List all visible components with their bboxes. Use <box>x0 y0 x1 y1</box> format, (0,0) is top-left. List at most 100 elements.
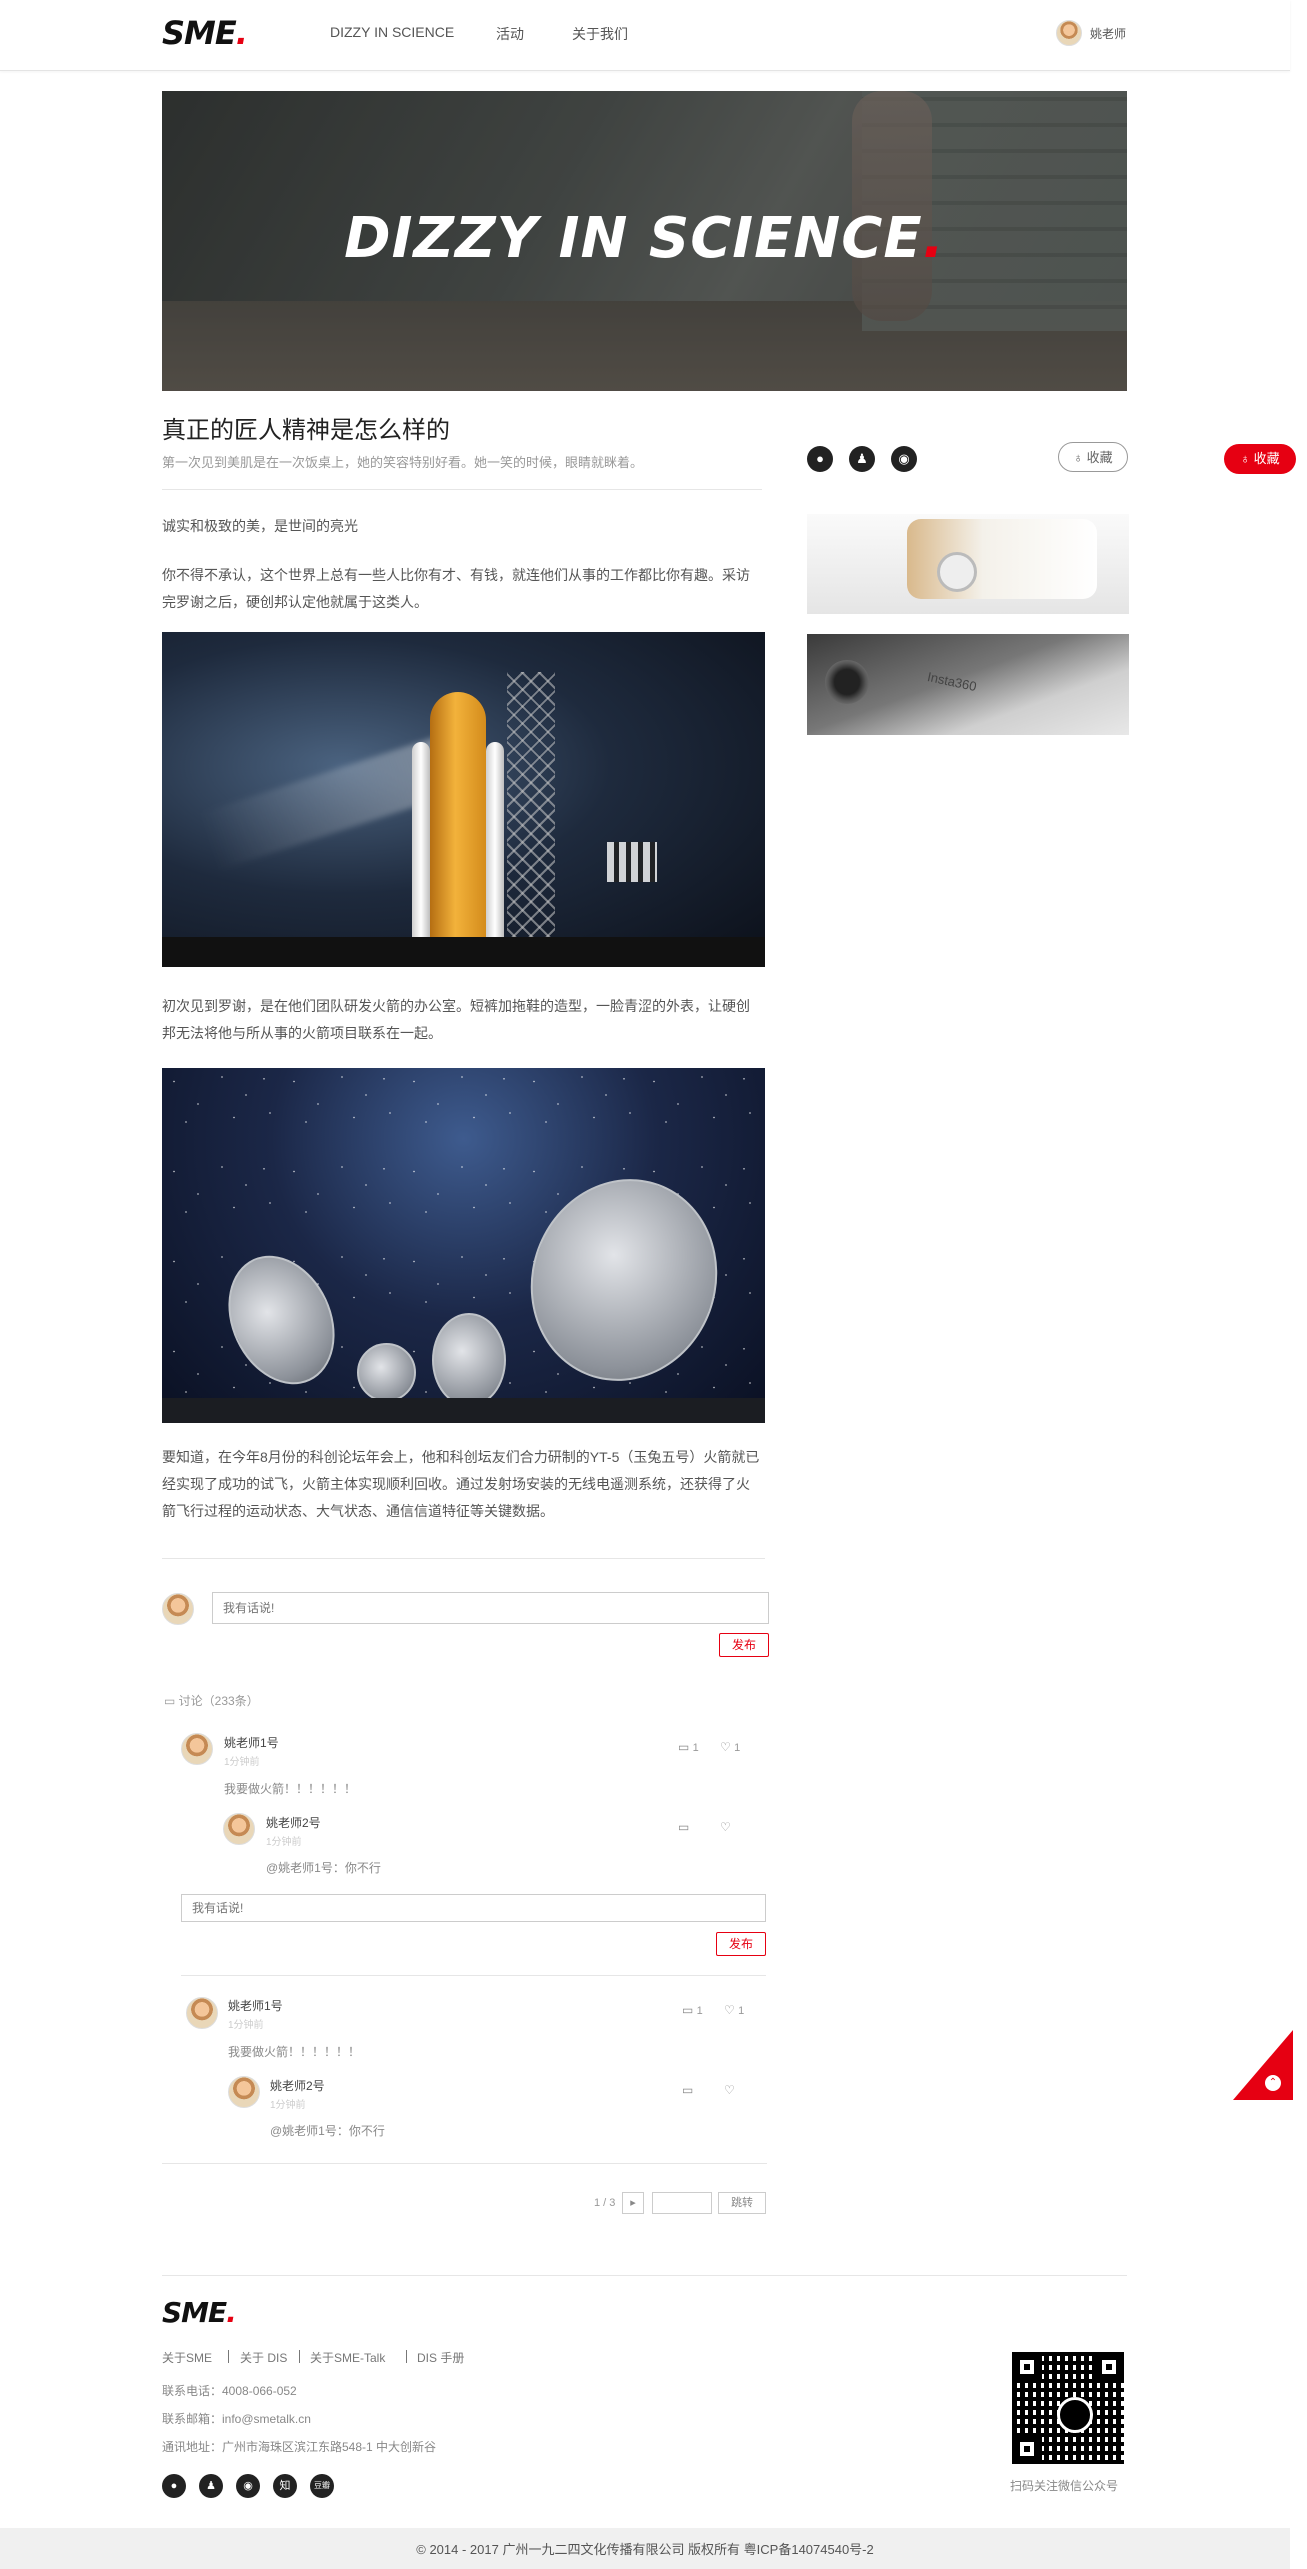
page-number-input[interactable] <box>652 2192 712 2214</box>
comment-text: 我要做火箭！！！！！！ <box>228 2045 361 2059</box>
qr-caption: 扫码关注微信公众号 <box>1010 2479 1119 2493</box>
link-separator <box>299 2350 300 2363</box>
robot-wheel <box>937 552 977 592</box>
like-button[interactable]: ♡ 1 <box>724 2003 744 2017</box>
reply-button[interactable]: ▭ <box>678 1820 689 1834</box>
avatar[interactable] <box>181 1733 213 1765</box>
telescope-image <box>162 1068 765 1423</box>
article-subtitle: 第一次见到美肌是在一次饭桌上，她的笑容特别好看。她一笑的时候，眼睛就眯着。 <box>162 455 644 470</box>
weibo-icon[interactable]: ◉ <box>236 2474 260 2498</box>
avatar[interactable] <box>228 2076 260 2108</box>
footer-link-about-dis[interactable]: 关于 DIS <box>240 2349 287 2366</box>
reply-time: 1分钟前 <box>270 2100 306 2111</box>
discussion-count: ▭ 讨论（233条） <box>164 1694 259 1708</box>
reply-submit-button[interactable]: 发布 <box>716 1932 766 1956</box>
site-logo[interactable]: SME. <box>162 14 248 52</box>
comment-icon: ▭ <box>678 1820 690 1834</box>
like-button[interactable]: ♡ 1 <box>720 1740 740 1754</box>
reply-input[interactable] <box>181 1894 766 1922</box>
dish-small <box>357 1343 416 1402</box>
comment-icon: ▭ <box>678 1740 693 1754</box>
telescope-ground <box>162 1398 765 1423</box>
thumbs-up-icon: ♡ <box>720 1740 735 1754</box>
rocket-tower <box>507 672 555 947</box>
footer-link-about-sme-talk[interactable]: 关于SME-Talk <box>310 2349 385 2366</box>
comment-icon: ▭ <box>682 2003 697 2017</box>
reply-text: @姚老师1号：你不行 <box>270 2124 385 2138</box>
weibo-icon[interactable]: ◉ <box>891 446 917 472</box>
robot-device <box>907 519 1097 599</box>
thumbs-up-icon: ♡ <box>724 2083 735 2097</box>
hero-banner: DIZZY IN SCIENCE. <box>162 91 1127 391</box>
nav-about-us[interactable]: 关于我们 <box>572 24 628 44</box>
nav-activities[interactable]: 活动 <box>496 24 524 44</box>
reply-button[interactable]: ▭ 1 <box>682 2003 703 2017</box>
footer-email: 联系邮箱：info@smetalk.cn <box>162 2412 311 2426</box>
bulb-icon: ♁ <box>1073 450 1087 465</box>
comment-submit-button[interactable]: 发布 <box>719 1633 769 1657</box>
article-paragraph-3: 初次见到罗谢，是在他们团队研发火箭的办公室。短裤加拖鞋的造型，一脸青涩的外表，让… <box>162 998 750 1041</box>
footer-divider <box>162 2275 1127 2276</box>
floodlight <box>607 842 657 882</box>
divider <box>162 2163 767 2164</box>
comment-author[interactable]: 姚老师1号 <box>228 1997 283 2014</box>
footer-phone: 联系电话：4008-066-052 <box>162 2384 297 2398</box>
link-separator <box>228 2350 229 2363</box>
footer-link-about-sme[interactable]: 关于SME <box>162 2349 212 2366</box>
rocket-core <box>430 692 486 942</box>
reply-author[interactable]: 姚老师2号 <box>266 1814 321 1831</box>
rocket-booster-left <box>412 742 430 942</box>
article-paragraph-2: 你不得不承认，这个世界上总有一些人比你有才、有钱，就连他们从事的工作都比你有趣。… <box>162 567 750 610</box>
nav-dizzy-in-science[interactable]: DIZZY IN SCIENCE <box>330 24 454 40</box>
back-to-top-button[interactable] <box>1233 2030 1293 2100</box>
camera-lens <box>825 660 869 704</box>
site-header: SME. DIZZY IN SCIENCE 活动 关于我们 姚老师 <box>0 0 1290 71</box>
favorite-button[interactable]: ♁ 收藏 <box>1058 442 1128 472</box>
user-name[interactable]: 姚老师 <box>1090 25 1126 42</box>
like-button[interactable]: ♡ <box>720 1820 731 1834</box>
wechat-icon[interactable]: ● <box>807 446 833 472</box>
copyright-text: © 2014 - 2017 广州一九二四文化传播有限公司 版权所有 粤ICP备1… <box>416 2542 874 2557</box>
qr-finder <box>1016 2356 1038 2378</box>
launchpad-ground <box>162 937 765 967</box>
comment-icon: ▭ <box>682 2083 694 2097</box>
banner-title: DIZZY IN SCIENCE. <box>344 206 945 271</box>
page-indicator: 1 / 3 <box>594 2197 616 2209</box>
comment-author[interactable]: 姚老师1号 <box>224 1734 279 1751</box>
rocket-booster-right <box>486 742 504 942</box>
footer-address: 通讯地址：广州市海珠区滨江东路548-1 中大创新谷 <box>162 2440 437 2454</box>
wechat-icon[interactable]: ● <box>162 2474 186 2498</box>
divider <box>162 489 762 490</box>
avatar[interactable] <box>223 1813 255 1845</box>
reply-button[interactable]: ▭ 1 <box>678 1740 699 1754</box>
arrow-up-icon[interactable]: ⌃ <box>1265 2075 1281 2091</box>
user-avatar[interactable] <box>1056 20 1082 46</box>
link-separator <box>406 2350 407 2363</box>
reply-button[interactable]: ▭ <box>682 2083 693 2097</box>
sidebar-thumbnail-insta360[interactable]: Insta360 <box>807 634 1129 735</box>
qq-icon[interactable]: ♟ <box>199 2474 223 2498</box>
article-title: 真正的匠人精神是怎么样的 <box>162 417 450 444</box>
qr-logo <box>1057 2397 1093 2433</box>
thumbs-up-icon: ♡ <box>720 1820 731 1834</box>
footer-link-dis-manual[interactable]: DIS 手册 <box>417 2349 464 2366</box>
like-button[interactable]: ♡ <box>724 2083 735 2097</box>
article-paragraph-4: 要知道，在今年8月份的科创论坛年会上，他和科创坛友们合力研制的YT-5（玉兔五号… <box>162 1449 760 1519</box>
qq-icon[interactable]: ♟ <box>849 446 875 472</box>
rocket-image <box>162 632 765 967</box>
sidebar-thumbnail-robot[interactable] <box>807 514 1129 614</box>
jump-button[interactable]: 跳转 <box>718 2192 766 2214</box>
reply-time: 1分钟前 <box>266 1837 302 1848</box>
next-page-button[interactable]: ▸ <box>622 2192 644 2214</box>
reply-author[interactable]: 姚老师2号 <box>270 2077 325 2094</box>
avatar[interactable] <box>186 1997 218 2029</box>
insta360-label: Insta360 <box>925 668 978 695</box>
douban-icon[interactable]: 豆瓣 <box>310 2474 334 2498</box>
dish-mid <box>432 1313 506 1407</box>
floating-favorite-button[interactable]: ♁ 收藏 <box>1224 444 1296 474</box>
commenter-avatar <box>162 1593 194 1625</box>
zhihu-icon[interactable]: 知 <box>273 2474 297 2498</box>
comment-input[interactable] <box>212 1592 769 1624</box>
qr-finder <box>1098 2356 1120 2378</box>
footer-logo[interactable]: SME. <box>162 2296 237 2329</box>
